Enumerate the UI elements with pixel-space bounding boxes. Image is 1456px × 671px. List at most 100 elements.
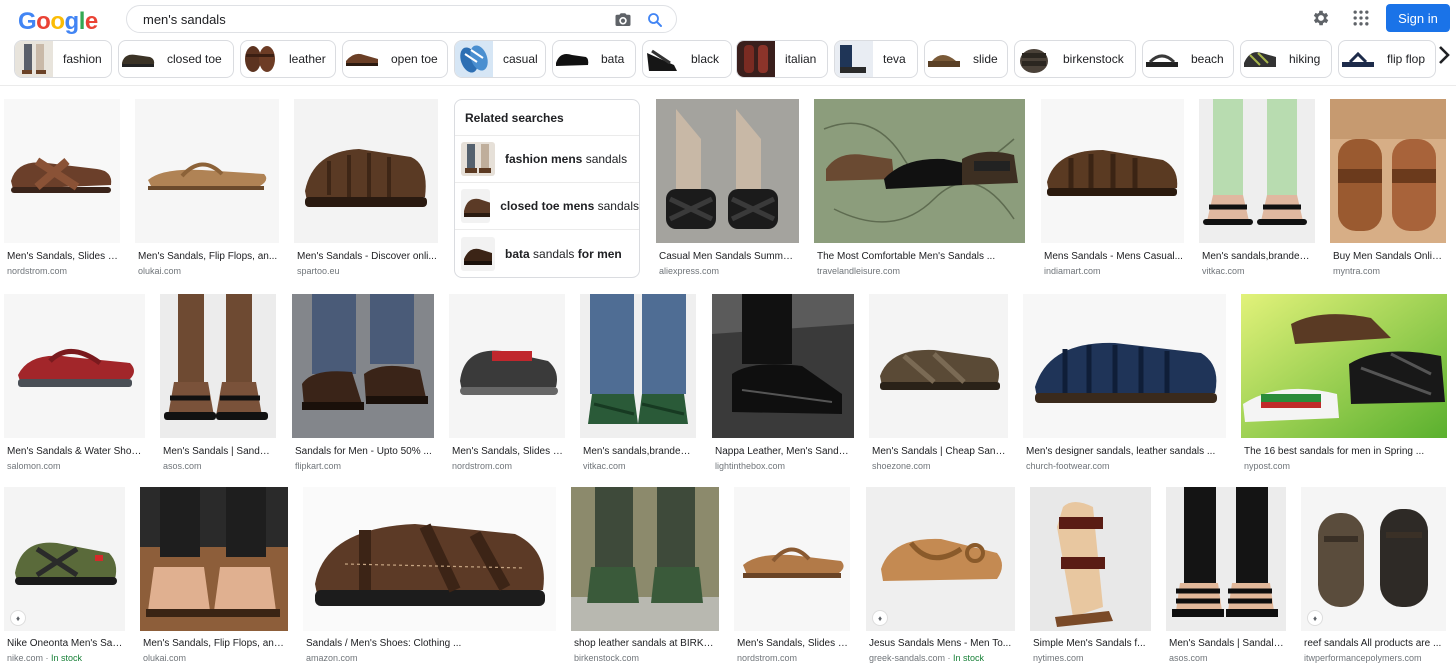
google-logo[interactable]: Google [18,8,98,36]
chip-beach[interactable]: beach [1142,40,1234,78]
related-search-item[interactable]: bata sandals for men [455,230,639,277]
result-image[interactable] [4,487,125,631]
result-image[interactable] [4,294,145,438]
image-result[interactable]: Men's Sandals | Sandals... asos.com [1166,487,1286,667]
chip-flip-flop[interactable]: flip flop [1338,40,1436,78]
camera-icon[interactable] [614,11,632,29]
result-image[interactable] [160,294,276,438]
result-title[interactable]: Buy Men Sandals Online... [1333,251,1445,262]
chip-bata[interactable]: bata [552,40,636,78]
related-search-item[interactable]: fashion mens sandals [455,136,639,183]
result-title[interactable]: Men's sandals,branded ... [1202,251,1314,262]
result-title[interactable]: shop leather sandals at BIRKE... [574,638,718,649]
result-title[interactable]: Sandals for Men - Upto 50% ... [295,446,433,457]
sign-in-button[interactable]: Sign in [1386,4,1450,32]
image-result[interactable]: Sandals / Men's Shoes: Clothing ... amaz… [303,487,556,667]
result-image[interactable] [734,487,850,631]
image-result[interactable]: ♦ Nike Oneonta Men's San... nike.com · I… [4,487,125,667]
result-image[interactable] [135,99,279,243]
result-title[interactable]: Men's Sandals, Slides & ... [7,251,119,262]
chip-leather[interactable]: leather [240,40,336,78]
result-title[interactable]: Mens Sandals - Mens Casual... [1044,251,1183,262]
gear-icon[interactable] [1311,8,1331,28]
result-image[interactable] [1166,487,1286,631]
image-result[interactable]: Men's Sandals, Flip Flops, an... olukai.… [135,99,279,279]
result-title[interactable]: Men's Sandals, Slides & ... [737,638,849,649]
image-result[interactable]: Men's Sandals | Cheap Sand... shoezone.c… [869,294,1008,474]
result-image[interactable] [449,294,565,438]
search-icon[interactable] [646,11,664,29]
result-image[interactable] [580,294,696,438]
result-image[interactable] [869,294,1008,438]
result-title[interactable]: Men's Sandals - Discover onli... [297,251,437,262]
result-image[interactable] [1041,99,1184,243]
result-title[interactable]: Men's designer sandals, leather sandals … [1026,446,1225,457]
result-title[interactable]: Casual Men Sandals Summer... [659,251,798,262]
image-result[interactable]: Casual Men Sandals Summer... aliexpress.… [656,99,799,279]
result-image[interactable] [866,487,1015,631]
image-result[interactable]: Sandals for Men - Upto 50% ... flipkart.… [292,294,434,474]
apps-grid-icon[interactable] [1351,8,1371,28]
image-result[interactable]: shop leather sandals at BIRKE... birkens… [571,487,719,667]
image-result[interactable]: ♦ Jesus Sandals Mens - Men To... greek-s… [866,487,1015,667]
result-title[interactable]: Simple Men's Sandals f... [1033,638,1150,649]
result-title[interactable]: Men's Sandals | Sandals... [1169,638,1285,649]
result-title[interactable]: Sandals / Men's Shoes: Clothing ... [306,638,555,649]
image-result[interactable]: Men's Sandals - Discover onli... spartoo… [294,99,438,279]
result-image[interactable] [1023,294,1226,438]
related-search-item[interactable]: closed toe mens sandals [455,183,639,230]
chip-hiking[interactable]: hiking [1240,40,1332,78]
result-title[interactable]: Men's Sandals | Cheap Sand... [872,446,1007,457]
chip-birkenstock[interactable]: birkenstock [1014,40,1136,78]
chip-italian[interactable]: italian [736,40,828,78]
chevron-right-icon[interactable] [1432,40,1456,70]
result-image[interactable] [4,99,120,243]
result-title[interactable]: reef sandals All products are ... [1304,638,1445,649]
image-result[interactable]: Men's Sandals, Slides & ... nordstrom.co… [449,294,565,474]
result-image[interactable] [1301,487,1446,631]
result-title[interactable]: Men's Sandals, Flip Flops, and ... [143,638,287,649]
result-image[interactable] [1199,99,1315,243]
image-result[interactable]: Nappa Leather, Men's Sandal... lightinth… [712,294,854,474]
result-image[interactable] [712,294,854,438]
result-image[interactable] [814,99,1025,243]
chip-casual[interactable]: casual [454,40,546,78]
image-result[interactable]: Buy Men Sandals Online... myntra.com [1330,99,1446,279]
result-image[interactable] [294,99,438,243]
image-result[interactable]: The 16 best sandals for men in Spring ..… [1241,294,1447,474]
search-input[interactable] [143,11,603,27]
result-title[interactable]: Men's Sandals, Flip Flops, an... [138,251,278,262]
image-result[interactable]: Men's sandals,branded ... vitkac.com [580,294,696,474]
chip-fashion[interactable]: fashion [14,40,112,78]
result-image[interactable] [1330,99,1446,243]
image-result[interactable]: Simple Men's Sandals f... nytimes.com [1030,487,1151,667]
result-title[interactable]: Jesus Sandals Mens - Men To... [869,638,1014,649]
chip-teva[interactable]: teva [834,40,918,78]
image-result[interactable]: Men's Sandals, Slides & ... nordstrom.co… [734,487,850,667]
result-image[interactable] [571,487,719,631]
image-result[interactable]: Men's sandals,branded ... vitkac.com [1199,99,1315,279]
result-image[interactable] [656,99,799,243]
image-result[interactable]: Men's Sandals, Flip Flops, and ... oluka… [140,487,288,667]
search-box[interactable] [126,5,677,33]
result-image[interactable] [1241,294,1447,438]
result-title[interactable]: Men's Sandals, Slides & ... [452,446,564,457]
chip-open-toe[interactable]: open toe [342,40,448,78]
chip-closed-toe[interactable]: closed toe [118,40,234,78]
image-result[interactable]: ♦ reef sandals All products are ... itwp… [1301,487,1446,667]
result-title[interactable]: The 16 best sandals for men in Spring ..… [1244,446,1446,457]
result-title[interactable]: The Most Comfortable Men's Sandals ... [817,251,1024,262]
image-result[interactable]: The Most Comfortable Men's Sandals ... t… [814,99,1025,279]
image-result[interactable]: Men's designer sandals, leather sandals … [1023,294,1226,474]
result-title[interactable]: Men's Sandals | Sandal... [163,446,275,457]
image-result[interactable]: Men's Sandals & Water Shoe... salomon.co… [4,294,145,474]
result-image[interactable] [303,487,556,631]
result-title[interactable]: Nike Oneonta Men's San... [7,638,124,649]
chip-slide[interactable]: slide [924,40,1008,78]
image-result[interactable]: Mens Sandals - Mens Casual... indiamart.… [1041,99,1184,279]
result-title[interactable]: Nappa Leather, Men's Sandal... [715,446,853,457]
result-image[interactable] [140,487,288,631]
chip-black[interactable]: black [642,40,732,78]
result-image[interactable] [292,294,434,438]
result-title[interactable]: Men's sandals,branded ... [583,446,695,457]
